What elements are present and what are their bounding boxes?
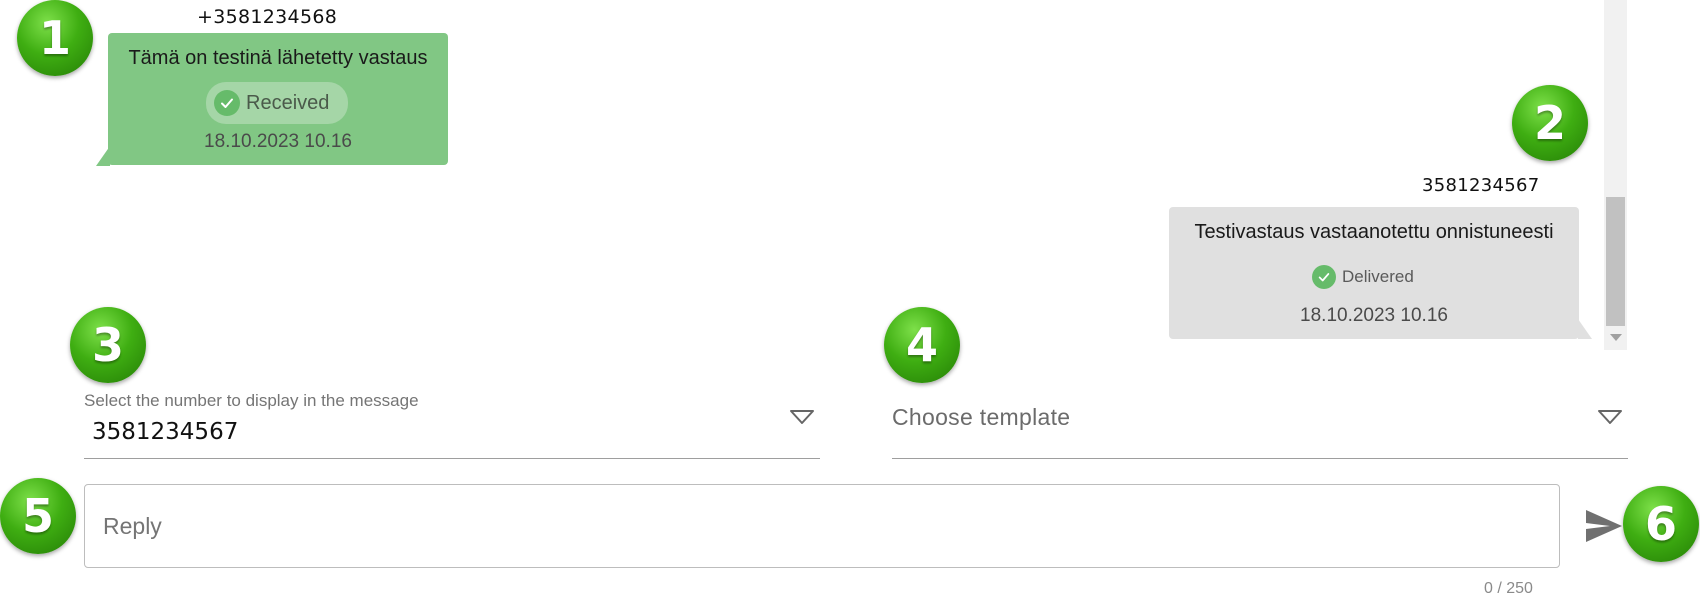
incoming-message-timestamp: 18.10.2023 10.16 xyxy=(204,131,352,152)
scroll-down-arrow-icon[interactable] xyxy=(1610,334,1622,342)
delivered-status-chip: Delivered xyxy=(1312,264,1442,290)
bubble-tail-right xyxy=(1578,319,1592,339)
template-select[interactable]: Choose template xyxy=(892,386,1628,460)
delivered-status-label: Delivered xyxy=(1342,267,1414,286)
template-select-underline xyxy=(892,458,1628,459)
outgoing-message-timestamp: 18.10.2023 10.16 xyxy=(1300,305,1448,326)
reply-placeholder: Reply xyxy=(103,513,162,539)
incoming-sender: +3581234568 xyxy=(197,6,338,28)
badge-4: 4 xyxy=(884,307,960,383)
badge-6: 6 xyxy=(1623,486,1699,562)
number-select-value: 3581234567 xyxy=(92,419,239,445)
outgoing-sender: 3581234567 xyxy=(1422,175,1540,196)
number-select-underline xyxy=(84,458,820,459)
badge-1: 1 xyxy=(17,0,93,76)
outgoing-message-text: Testivastaus vastaanotettu onnistuneesti xyxy=(1194,221,1554,243)
received-status-chip: Received xyxy=(206,82,348,124)
badge-3: 3 xyxy=(70,307,146,383)
received-status-label: Received xyxy=(246,91,330,114)
badge-2: 2 xyxy=(1512,85,1588,161)
badge-5: 5 xyxy=(0,478,76,554)
check-circle-icon xyxy=(214,90,240,116)
incoming-message-text: Tämä on testinä lähetetty vastaus xyxy=(128,47,428,69)
messages-scrollbar[interactable] xyxy=(1604,0,1627,350)
triangle-down-icon xyxy=(790,410,814,424)
character-counter: 0 / 250 xyxy=(1484,580,1533,597)
check-circle-icon xyxy=(1312,265,1336,289)
reply-input[interactable]: Reply xyxy=(84,484,1560,568)
send-icon[interactable] xyxy=(1584,508,1624,544)
template-select-placeholder: Choose template xyxy=(892,404,1071,430)
number-select[interactable]: Select the number to display in the mess… xyxy=(84,386,820,460)
triangle-down-icon xyxy=(1598,410,1622,424)
scrollbar-thumb[interactable] xyxy=(1606,197,1625,326)
incoming-message-bubble: Tämä on testinä lähetetty vastaus Receiv… xyxy=(108,33,448,165)
outgoing-message-bubble: Testivastaus vastaanotettu onnistuneesti… xyxy=(1169,207,1579,339)
number-select-label: Select the number to display in the mess… xyxy=(84,391,419,410)
